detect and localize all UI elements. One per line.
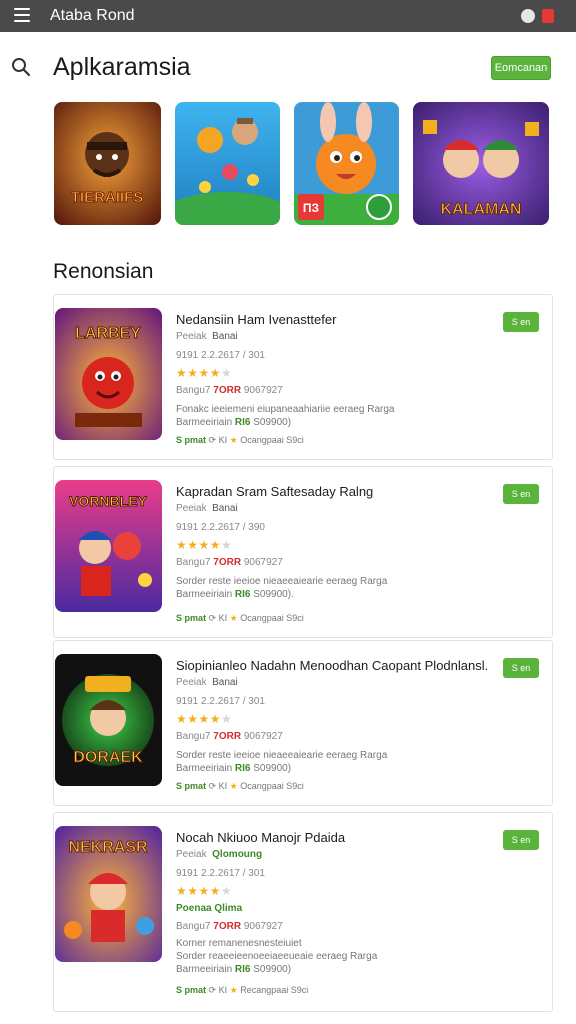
app-title[interactable]: Kapradan Sram Saftesaday Ralng [176,484,373,499]
header-action-button[interactable]: Eomcanan [491,56,551,80]
app-developer: Peeiak Banai [176,331,238,342]
app-description: Korner remanenesnesteiuiet Sorder reaeeie… [176,938,378,975]
app-developer: Peeiak Banai [176,503,238,514]
install-button[interactable]: S en [503,312,539,332]
app-thumbnail: NEKRASR [55,826,162,962]
list-item[interactable]: LARBEY Nedansiin Ham Ivenasttefer Peeiak… [53,294,553,460]
app-title[interactable]: Nedansiin Ham Ivenasttefer [176,312,336,327]
app-thumbnail: VORNBLEY [55,480,162,612]
settings-icon[interactable] [521,9,535,23]
app-thumbnail: DORAEK [55,654,162,786]
featured-app-4[interactable]: KALAMAN [413,102,549,225]
app-price: Bangu7 7ORR 9067927 [176,921,283,932]
rating-stars: ★★★★★ [176,538,233,552]
app-price: Bangu7 7ORR 9067927 [176,385,283,396]
app-footer: S pmat ⟳ KI ★ Ocangpaai S9ci [176,781,304,791]
featured-app-1[interactable]: TIERAIIFS [54,102,161,225]
install-button[interactable]: S en [503,658,539,678]
app-footer: S pmat ⟳ KI ★ Ocangpaai S9ci [176,435,304,445]
thumb-label: VORNBLEY [69,493,147,509]
app-meta: 9191 2.2.2617 / 301 [176,696,265,707]
page-title: Aplkaramsia [53,53,191,81]
install-button[interactable]: S en [503,830,539,850]
app-description: Sorder reste ieeioe nieaeeaiearie eeraeg… [176,576,388,600]
rating-stars: ★★★★★ [176,712,233,726]
app-meta: 9191 2.2.2617 / 301 [176,350,265,361]
featured-label-4: KALAMAN [441,201,522,218]
featured-label-3: ПЗ [303,201,319,215]
list-item[interactable]: DORAEK Siopinianleo Nadahn Menoodhan Cao… [53,640,553,806]
section-title: Renonsian [53,260,154,283]
thumb-label: DORAEK [73,749,143,766]
rating-stars: ★★★★★ [176,884,233,898]
top-bar: Ataba Rond [0,0,576,32]
app-description: Sorder reste ieeioe nieaeeaiearie eeraeg… [176,750,388,774]
search-icon[interactable] [11,57,31,77]
thumb-label: LARBEY [75,325,141,342]
thumb-label: NEKRASR [68,839,148,856]
app-title[interactable]: Siopinianleo Nadahn Menoodhan Caopant Pl… [176,658,488,673]
app-title[interactable]: Nocah Nkiuoo Manojr Pdaida [176,830,345,845]
app-price: Bangu7 7ORR 9067927 [176,557,283,568]
app-price: Bangu7 7ORR 9067927 [176,731,283,742]
list-item[interactable]: VORNBLEY Kapradan Sram Saftesaday Ralng … [53,466,553,638]
app-tag: Poenaa Qlima [176,903,243,914]
app-footer: S pmat ⟳ KI ★ Ocangpaai S9ci [176,613,304,623]
close-icon[interactable] [542,9,554,23]
app-meta: 9191 2.2.2617 / 390 [176,522,265,533]
app-developer: Peeiak Qlomoung [176,849,263,860]
app-thumbnail: LARBEY [55,308,162,440]
app-description: Fonakc ieeiemeni eiupaneaahiariie eeraeg… [176,404,395,428]
rating-stars: ★★★★★ [176,366,233,380]
app-meta: 9191 2.2.2617 / 301 [176,868,265,879]
featured-label-1: TIERAIIFS [71,189,144,206]
install-button[interactable]: S en [503,484,539,504]
featured-app-2[interactable] [175,102,280,225]
app-developer: Peeiak Banai [176,677,238,688]
app-title: Ataba Rond [50,7,135,24]
featured-app-3[interactable]: ПЗ [294,102,399,225]
app-footer: S pmat ⟳ KI ★ Recangpaai S9ci [176,985,309,995]
list-item[interactable]: NEKRASR Nocah Nkiuoo Manojr Pdaida Peeia… [53,812,553,1012]
menu-icon[interactable] [14,8,30,22]
